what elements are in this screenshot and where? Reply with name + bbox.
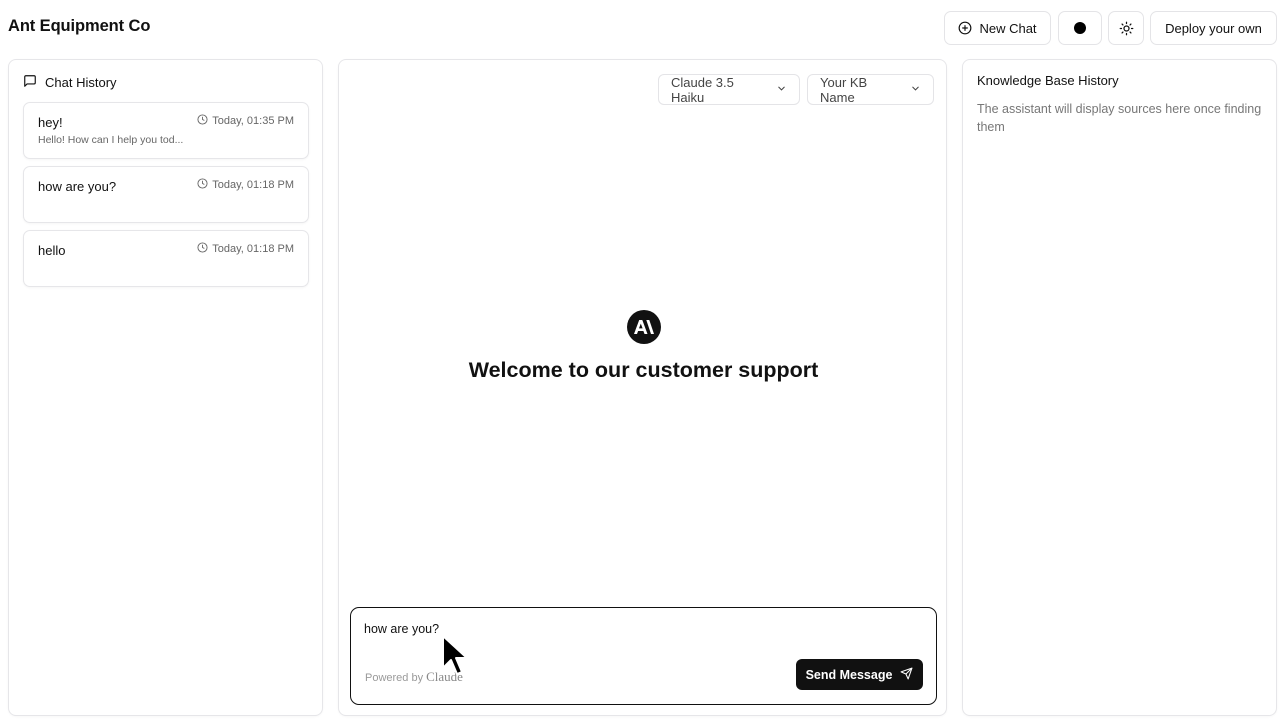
send-icon [900,667,913,683]
chevron-down-icon [776,82,787,97]
clock-icon [197,242,208,256]
knowledge-base-panel: Knowledge Base History The assistant wil… [962,59,1277,716]
top-bar: Ant Equipment Co New Chat Deploy your ow… [0,0,1280,56]
knowledge-base-empty-text: The assistant will display sources here … [977,102,1262,134]
anthropic-logo-icon [627,310,661,344]
new-chat-button[interactable]: New Chat [944,11,1051,45]
chat-history-title: Chat History [45,75,117,90]
chat-item-preview: Hello! How can I help you tod... [38,134,184,146]
chat-history-item[interactable]: how are you? Today, 01:18 PM [23,166,309,223]
theme-toggle-button[interactable] [1108,11,1144,45]
powered-by-label: Powered by [365,672,424,684]
clock-icon [197,114,208,128]
chat-item-timestamp: Today, 01:18 PM [197,178,294,192]
message-composer: Powered by Claude Send Message [350,607,937,705]
chat-item-timestamp: Today, 01:18 PM [197,242,294,256]
model-select[interactable]: Claude 3.5 Haiku [658,74,800,105]
send-message-button[interactable]: Send Message [796,659,923,690]
theme-color-button[interactable] [1058,11,1102,45]
model-select-value: Claude 3.5 Haiku [671,74,734,105]
brand-title: Ant Equipment Co [8,17,151,35]
clock-icon [197,178,208,192]
message-square-icon [23,74,37,91]
new-chat-label: New Chat [979,20,1037,36]
chat-item-title: how are you? [38,179,117,194]
chat-item-title: hey! [38,115,63,130]
deploy-button[interactable]: Deploy your own [1150,11,1277,45]
chat-panel: Claude 3.5 Haiku Your KB Name Welcome to… [338,59,947,716]
mouse-cursor-icon [440,634,470,681]
chat-item-time-text: Today, 01:18 PM [212,243,294,255]
chat-history-panel: Chat History hey! Today, 01:35 PM Hello!… [8,59,323,716]
sun-icon [1119,21,1134,36]
welcome-heading: Welcome to our customer support [468,358,819,382]
chevron-down-icon [910,82,921,97]
kb-select-value: Your KB Name [820,74,868,105]
chat-item-time-text: Today, 01:18 PM [212,179,294,191]
chat-item-title: hello [38,243,66,258]
chat-history-header: Chat History [23,74,117,91]
chat-item-time-text: Today, 01:35 PM [212,115,294,127]
dot-icon [1074,22,1086,34]
chat-item-timestamp: Today, 01:35 PM [197,114,294,128]
send-label: Send Message [805,667,893,682]
plus-circle-icon [958,21,972,35]
kb-select[interactable]: Your KB Name [807,74,934,105]
chat-history-item[interactable]: hey! Today, 01:35 PM Hello! How can I he… [23,102,309,159]
knowledge-base-title: Knowledge Base History [977,73,1119,88]
chat-history-item[interactable]: hello Today, 01:18 PM [23,230,309,287]
